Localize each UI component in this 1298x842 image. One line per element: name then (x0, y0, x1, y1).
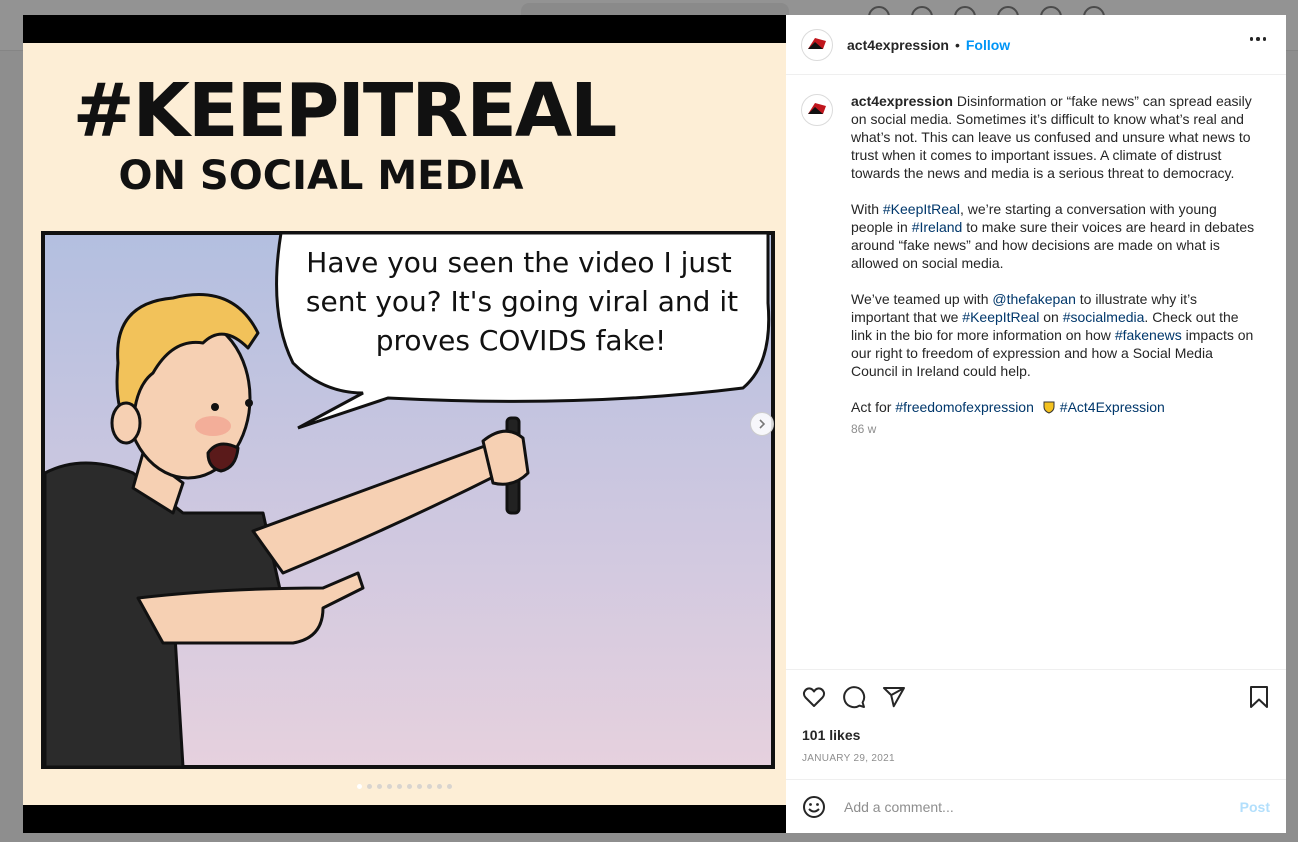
hashtag-link[interactable]: #KeepItReal (962, 309, 1039, 325)
hashtag-link[interactable]: #Ireland (912, 219, 963, 235)
avatar[interactable] (801, 28, 833, 61)
carousel-dot (407, 784, 412, 789)
caption-username[interactable]: act4expression (851, 93, 953, 109)
avatar-logo-icon (808, 37, 826, 49)
speech-line-1: Have you seen the video I just (306, 246, 731, 279)
post-details-panel: act4expression • Follow act4expression D… (786, 15, 1286, 833)
share-icon[interactable] (882, 685, 906, 709)
emoji-icon[interactable] (802, 795, 826, 819)
follow-button[interactable]: Follow (966, 37, 1010, 53)
carousel-dot (427, 784, 432, 789)
heart-icon[interactable] (802, 685, 826, 709)
speech-line-3: proves COVIDS fake! (376, 324, 667, 357)
carousel-dot (357, 784, 362, 789)
hashtag-link[interactable]: #Act4Expression (1060, 399, 1165, 415)
caption-block: act4expression Disinformation or “fake n… (801, 92, 1261, 438)
caption-avatar[interactable] (801, 94, 833, 126)
post-date: JANUARY 29, 2021 (802, 753, 895, 764)
speech-line-2: sent you? It's going viral and it (306, 285, 738, 318)
comment-bar: Post (786, 779, 1286, 833)
hashtag-link[interactable]: #KeepItReal (883, 201, 960, 217)
carousel-dot (387, 784, 392, 789)
post-username[interactable]: act4expression (847, 37, 949, 53)
mention-link[interactable]: @thefakepan (992, 291, 1076, 307)
caption-text: act4expression Disinformation or “fake n… (851, 93, 1255, 436)
next-slide-button[interactable] (750, 412, 774, 436)
post-age: 86 w (851, 422, 877, 436)
post-media: #KEEPITREAL ON SOCIAL MEDIA Have you see… (23, 15, 786, 833)
post-actions: 101 likes JANUARY 29, 2021 (786, 669, 1286, 764)
comic-title: #KEEPITREAL (73, 68, 616, 154)
post-header: act4expression • Follow (786, 15, 1286, 75)
hashtag-link[interactable]: #freedomofexpression (895, 399, 1034, 415)
post-modal: #KEEPITREAL ON SOCIAL MEDIA Have you see… (23, 15, 1286, 833)
carousel-dot (447, 784, 452, 789)
hashtag-link[interactable]: #socialmedia (1063, 309, 1145, 325)
carousel-dot (377, 784, 382, 789)
like-count[interactable]: 101 likes (802, 727, 860, 743)
more-options-button[interactable] (1249, 37, 1266, 41)
comment-icon[interactable] (842, 685, 866, 709)
carousel-indicator (357, 784, 452, 789)
carousel-dot (367, 784, 372, 789)
hashtag-link[interactable]: #fakenews (1115, 327, 1182, 343)
comic-illustration: #KEEPITREAL ON SOCIAL MEDIA Have you see… (41, 68, 775, 769)
comic-image: #KEEPITREAL ON SOCIAL MEDIA Have you see… (23, 43, 786, 805)
chevron-right-icon (759, 419, 766, 429)
more-icon (1249, 37, 1253, 41)
carousel-dot (397, 784, 402, 789)
bookmark-icon[interactable] (1247, 685, 1271, 709)
comic-subtitle: ON SOCIAL MEDIA (119, 153, 524, 199)
separator-dot: • (954, 36, 960, 53)
carousel-dot (417, 784, 422, 789)
comment-input[interactable] (842, 797, 1226, 816)
shield-emoji-icon (1043, 401, 1055, 414)
carousel-dot (437, 784, 442, 789)
post-comment-button[interactable]: Post (1240, 799, 1270, 815)
avatar-logo-icon (808, 103, 826, 114)
